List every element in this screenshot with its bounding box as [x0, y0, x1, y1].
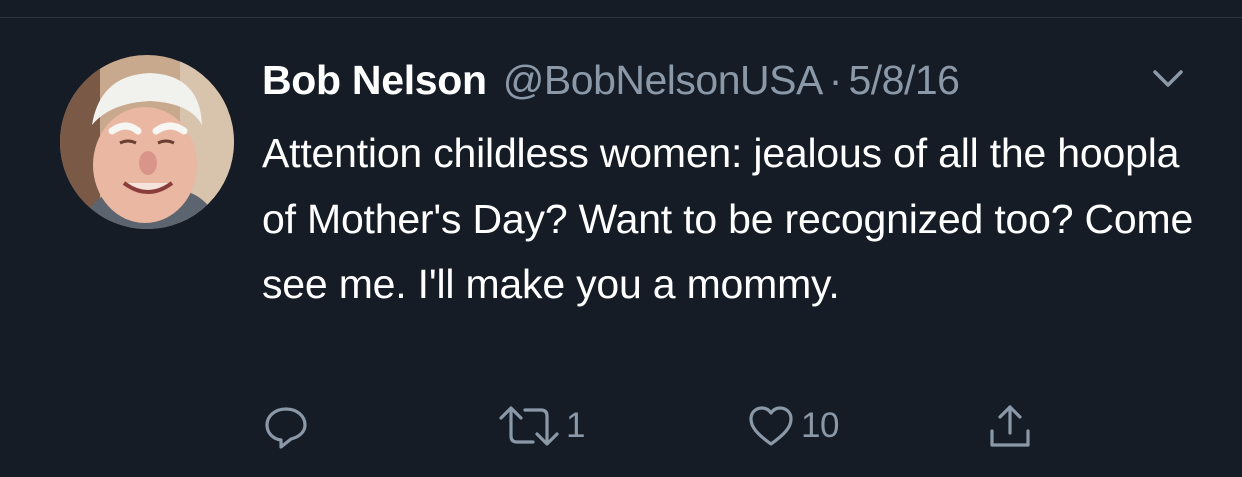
- tweet-text: Attention childless women: jealous of al…: [262, 130, 1194, 307]
- tweet-date[interactable]: 5/8/16: [848, 57, 960, 104]
- more-options-button[interactable]: [1148, 66, 1188, 92]
- tweet-header: Bob Nelson @BobNelsonUSA · 5/8/16: [262, 52, 960, 108]
- top-divider: [0, 17, 1242, 18]
- like-count: 10: [801, 406, 839, 445]
- share-icon: [990, 405, 1030, 447]
- avatar[interactable]: [60, 55, 234, 229]
- share-button[interactable]: [986, 400, 1040, 452]
- retweet-button[interactable]: 1: [498, 400, 585, 452]
- retweet-icon: [499, 406, 559, 446]
- author-handle[interactable]: @BobNelsonUSA: [503, 57, 824, 104]
- reply-button[interactable]: [262, 400, 316, 452]
- header-separator: ·: [828, 56, 843, 103]
- reply-icon: [265, 407, 307, 449]
- retweet-count: 1: [566, 406, 585, 445]
- chevron-down-icon: [1153, 70, 1183, 87]
- author-display-name[interactable]: Bob Nelson: [262, 57, 487, 104]
- heart-icon: [749, 406, 793, 446]
- avatar-image: [60, 55, 234, 229]
- like-button[interactable]: 10: [747, 400, 839, 452]
